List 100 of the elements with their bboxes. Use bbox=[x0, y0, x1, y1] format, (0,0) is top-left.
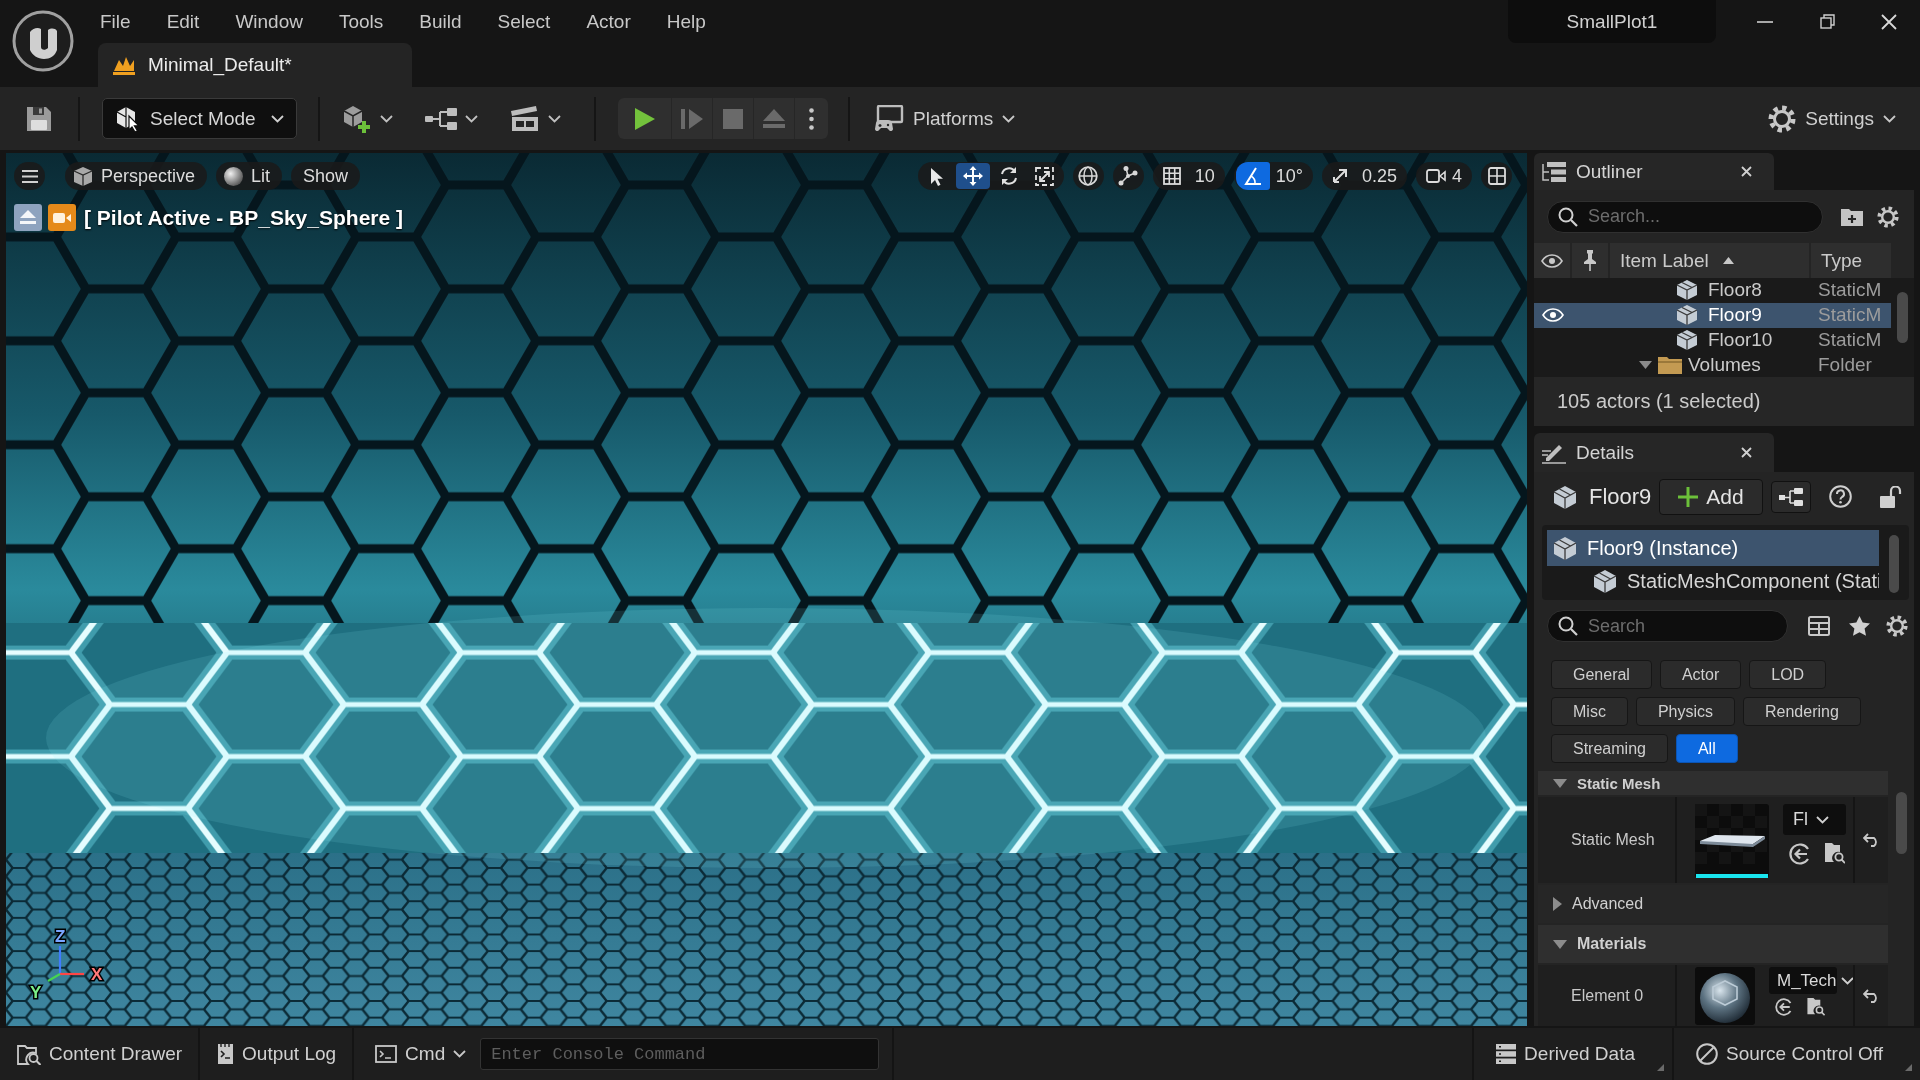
sphere-icon bbox=[224, 166, 244, 186]
source-control-button[interactable]: Source Control Off bbox=[1674, 1028, 1920, 1080]
search-field[interactable]: Search bbox=[1547, 610, 1788, 642]
details-tab[interactable]: Details bbox=[1534, 433, 1774, 472]
mode-dropdown[interactable]: Select Mode bbox=[102, 98, 297, 139]
folder-icon bbox=[1658, 355, 1682, 374]
scrollbar[interactable] bbox=[1889, 535, 1899, 593]
perspective-button[interactable]: Perspective bbox=[65, 162, 208, 190]
menu-item[interactable]: Help bbox=[666, 10, 706, 33]
table-icon[interactable] bbox=[1808, 616, 1830, 636]
output-log-button[interactable]: Output Log bbox=[200, 1028, 353, 1080]
derived-data-button[interactable]: Derived Data bbox=[1474, 1028, 1672, 1080]
corner-grip-icon bbox=[1657, 1064, 1664, 1071]
folder-search-icon bbox=[17, 1043, 41, 1065]
blueprint-button[interactable] bbox=[1771, 480, 1812, 513]
item-type: StaticM bbox=[1818, 328, 1882, 350]
filter-button[interactable]: LOD bbox=[1749, 660, 1827, 689]
logo-icon[interactable] bbox=[12, 10, 74, 72]
scale-snap-button[interactable]: 0.25 bbox=[1321, 162, 1407, 190]
mesh-cube-icon bbox=[1676, 328, 1698, 351]
star-icon[interactable] bbox=[1849, 616, 1870, 636]
cmd-dropdown[interactable]: Cmd bbox=[354, 1028, 481, 1080]
filter-button[interactable]: Streaming bbox=[1551, 734, 1668, 763]
plus-icon bbox=[1678, 486, 1699, 507]
arrow-circle-icon[interactable] bbox=[1789, 843, 1811, 865]
menu-item[interactable]: File bbox=[100, 10, 131, 33]
close-icon[interactable] bbox=[1741, 447, 1752, 458]
console-field[interactable]: Enter Console Command bbox=[480, 1038, 880, 1070]
menu-item[interactable]: Actor bbox=[586, 10, 631, 33]
column-header[interactable]: Item Label bbox=[1610, 243, 1809, 278]
outliner-row[interactable]: Floor8 StaticM bbox=[1534, 278, 1891, 303]
filter-button[interactable]: Actor bbox=[1659, 660, 1742, 689]
outliner-row[interactable]: Floor9 StaticM bbox=[1534, 302, 1891, 328]
category-header[interactable]: Materials bbox=[1538, 925, 1888, 963]
filter-button[interactable]: Rendering bbox=[1743, 697, 1861, 726]
undo-icon[interactable] bbox=[1863, 833, 1880, 847]
crown-icon bbox=[112, 55, 136, 75]
help-icon[interactable] bbox=[1829, 485, 1853, 508]
filter-button[interactable]: All bbox=[1675, 734, 1738, 763]
scrollbar[interactable] bbox=[1897, 292, 1908, 343]
show-button[interactable]: Show bbox=[291, 162, 361, 190]
rotation-snap-button[interactable]: 10° bbox=[1233, 162, 1313, 190]
eye-icon bbox=[1541, 253, 1563, 268]
folder-plus-icon[interactable] bbox=[1841, 207, 1863, 226]
move-tool-button[interactable] bbox=[955, 163, 990, 189]
column-header[interactable]: Type bbox=[1811, 243, 1891, 278]
eject-icon[interactable] bbox=[14, 204, 42, 231]
outliner-row[interactable]: Volumes Folder bbox=[1534, 352, 1891, 377]
platforms-button[interactable]: Platforms bbox=[874, 104, 1016, 133]
menu-item[interactable]: Window bbox=[235, 10, 303, 33]
close-icon[interactable] bbox=[1881, 13, 1897, 30]
restore-icon[interactable] bbox=[1819, 14, 1835, 29]
add-actor-button[interactable] bbox=[342, 103, 393, 134]
outliner-tab[interactable]: Outliner bbox=[1534, 153, 1774, 190]
unlocked-lock-icon[interactable] bbox=[1880, 485, 1903, 508]
monitor-gamepad-icon bbox=[874, 104, 904, 133]
item-name: Volumes bbox=[1688, 353, 1761, 376]
component-row[interactable]: Floor9 (Instance) bbox=[1547, 530, 1879, 566]
search-field[interactable]: Search... bbox=[1547, 200, 1823, 233]
category-header[interactable]: Static Mesh bbox=[1538, 771, 1888, 795]
axis-gizmo-drawing bbox=[47, 946, 84, 982]
arrow-circle-icon[interactable] bbox=[1775, 998, 1793, 1016]
item-name: Floor10 bbox=[1708, 328, 1773, 351]
sphere-thumbnail bbox=[1695, 967, 1755, 1025]
add-component-button[interactable]: Add bbox=[1659, 478, 1764, 515]
menu-item[interactable]: Edit bbox=[166, 10, 200, 33]
settings-icon[interactable] bbox=[1886, 615, 1908, 637]
minimize-icon[interactable] bbox=[1757, 20, 1773, 23]
pin-icon bbox=[1584, 250, 1596, 271]
terminal-icon bbox=[375, 1045, 398, 1063]
lit-button[interactable]: Lit bbox=[216, 162, 283, 190]
scrollbar[interactable] bbox=[1895, 792, 1907, 854]
filter-button[interactable]: Misc bbox=[1551, 697, 1628, 726]
menu-item[interactable]: Build bbox=[419, 10, 462, 33]
folder-search-icon[interactable] bbox=[1807, 998, 1825, 1016]
outliner-row[interactable]: Floor10 StaticM bbox=[1534, 327, 1891, 353]
property-label: Static Mesh bbox=[1571, 831, 1655, 849]
menu-item[interactable]: Select bbox=[497, 10, 551, 33]
caret-icon bbox=[271, 114, 284, 123]
pin-column-header[interactable] bbox=[1572, 243, 1608, 278]
list-tree-icon bbox=[1542, 161, 1566, 182]
grid-snap-button[interactable]: 10 bbox=[1152, 162, 1225, 190]
close-icon[interactable] bbox=[1741, 166, 1752, 177]
settings-icon[interactable] bbox=[1877, 205, 1899, 228]
layout-icon bbox=[1487, 167, 1506, 185]
visibility-column-header[interactable] bbox=[1534, 243, 1570, 278]
filter-button[interactable]: General bbox=[1551, 660, 1652, 689]
filter-button[interactable]: Physics bbox=[1635, 697, 1735, 726]
content-drawer-button[interactable]: Content Drawer bbox=[0, 1028, 199, 1080]
menu-item[interactable]: Tools bbox=[338, 10, 384, 33]
cinematics-button[interactable] bbox=[510, 105, 561, 132]
folder-search-icon[interactable] bbox=[1825, 843, 1845, 864]
settings-button[interactable]: Settings bbox=[1768, 104, 1896, 133]
eye-icon[interactable] bbox=[1541, 308, 1564, 323]
asset-dropdown[interactable]: Fl bbox=[1783, 804, 1846, 835]
save-icon[interactable] bbox=[25, 104, 53, 133]
blueprint-button[interactable] bbox=[425, 106, 478, 131]
undo-icon[interactable] bbox=[1863, 989, 1880, 1003]
expanded-arrow-icon[interactable] bbox=[1639, 360, 1652, 369]
document-tab[interactable]: Minimal_Default* bbox=[98, 43, 412, 87]
